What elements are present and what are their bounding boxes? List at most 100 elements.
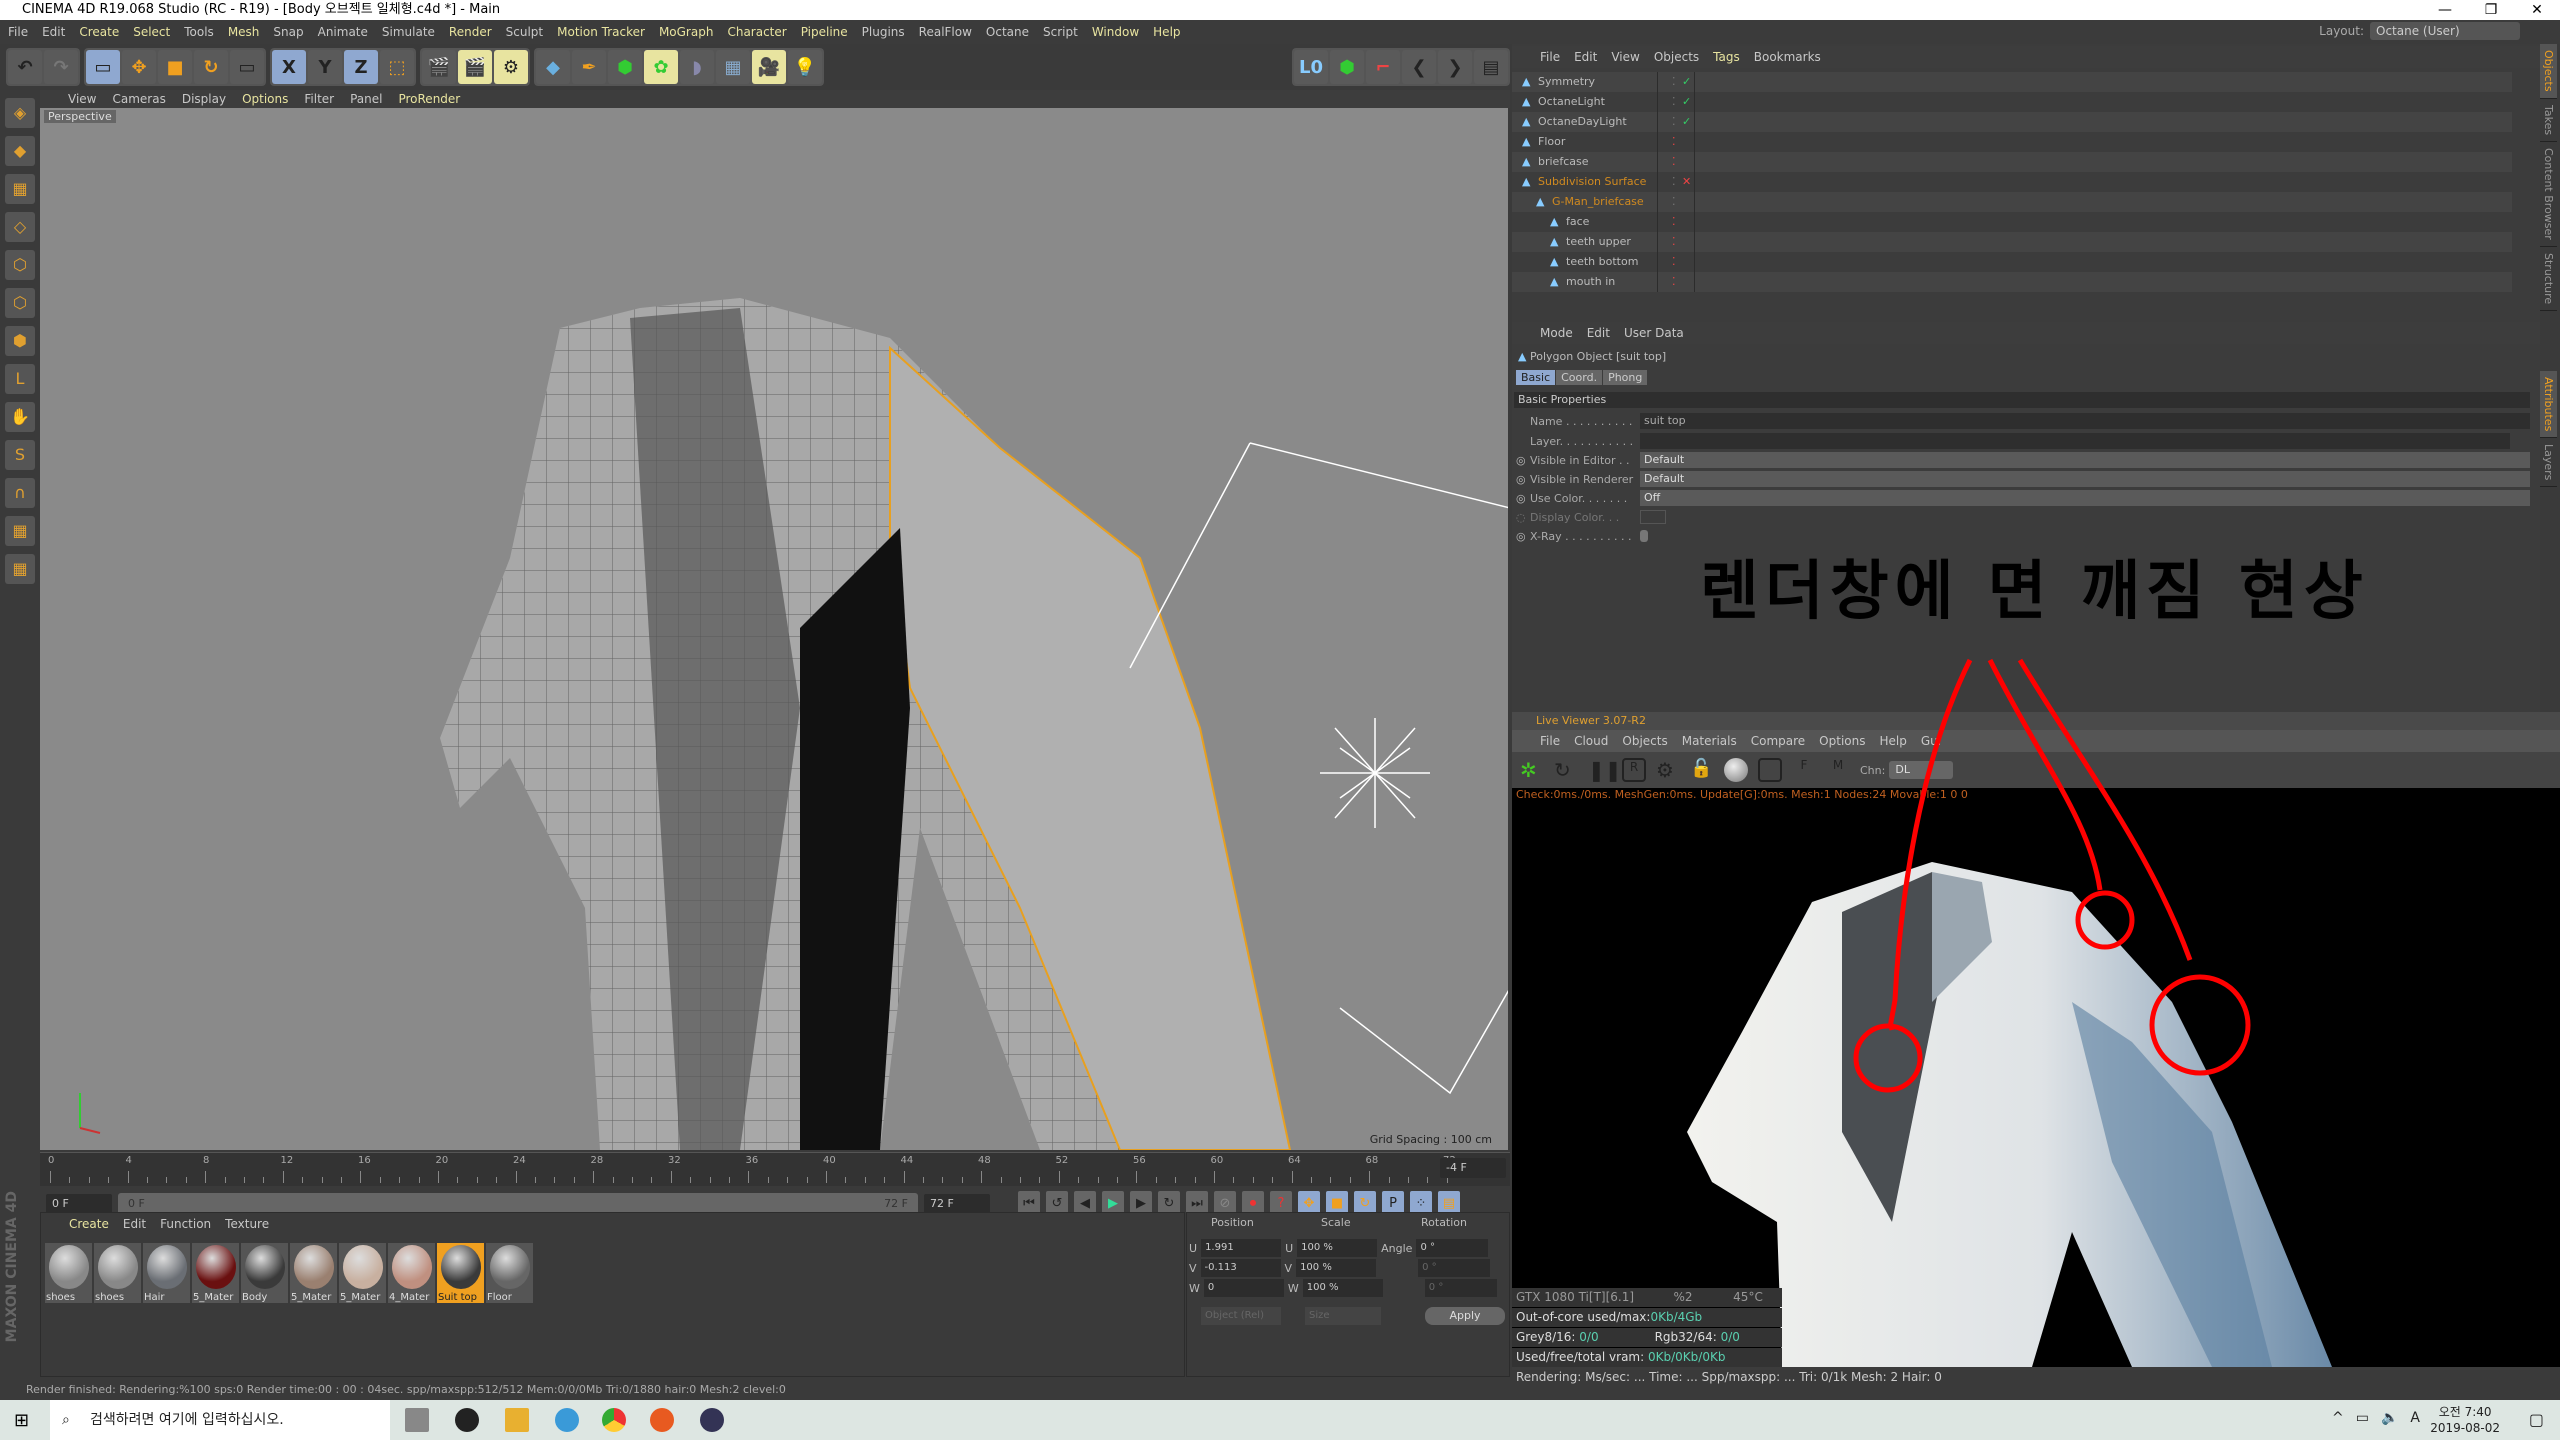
menu-realflow[interactable]: RealFlow (919, 25, 972, 39)
object-row[interactable]: ▲ teeth upper ⁚ (1512, 232, 2512, 252)
minimize-button[interactable]: — (2422, 0, 2468, 20)
object-visibility-dots[interactable]: ⁚ (1672, 112, 1676, 132)
object-name[interactable]: OctaneDayLight (1538, 112, 1627, 132)
menu-help[interactable]: Help (1153, 25, 1180, 39)
subdivision-icon[interactable]: ⬢ (608, 50, 642, 84)
menu-simulate[interactable]: Simulate (382, 25, 435, 39)
axis-mode-icon[interactable]: L (5, 364, 35, 394)
workplane-mode-icon[interactable]: ◇ (5, 212, 35, 242)
region-render-icon[interactable]: R (1622, 758, 1646, 782)
object-row[interactable]: ▲ G-Man_briefcase ⁚ (1512, 192, 2512, 212)
object-name[interactable]: teeth bottom (1566, 252, 1638, 272)
live-viewer-menu-help[interactable]: Help (1879, 734, 1906, 748)
cinema4d-icon[interactable] (700, 1408, 724, 1432)
visible-editor-dropdown[interactable]: Default (1640, 452, 2530, 468)
material-swatch[interactable]: shoes (45, 1243, 92, 1303)
move-tool-icon[interactable]: ✥ (122, 50, 156, 84)
scale-w-field[interactable]: 100 % (1302, 1279, 1383, 1297)
menu-select[interactable]: Select (133, 25, 170, 39)
side-tab-objects[interactable]: Objects (2540, 44, 2557, 99)
viewport-menu-cameras[interactable]: Cameras (112, 92, 165, 106)
viewport-camera-label[interactable]: Perspective (44, 110, 116, 123)
display-color-swatch[interactable] (1640, 510, 1666, 524)
object-name[interactable]: briefcase (1538, 152, 1589, 172)
menu-mograph[interactable]: MoGraph (659, 25, 714, 39)
channel-dropdown[interactable]: DL (1889, 761, 1954, 779)
objects-menu-edit[interactable]: Edit (1574, 50, 1597, 64)
clock[interactable]: 오전 7:40 2019-08-02 (2430, 1404, 2500, 1436)
name-field[interactable]: suit top (1640, 413, 2530, 429)
position-v-field[interactable]: -0.113 (1200, 1259, 1281, 1277)
timeline-ruler[interactable]: 04812162024283236404448525660646872 (40, 1152, 1510, 1186)
menu-octane[interactable]: Octane (986, 25, 1029, 39)
octane-render-view[interactable] (1512, 802, 2560, 1367)
workplane-icon[interactable]: ⌐ (1366, 50, 1400, 84)
object-row[interactable]: ▲ OctaneDayLight ⁚ ✓ (1512, 112, 2512, 132)
viewport-menu-options[interactable]: Options (242, 92, 288, 106)
rotation-h-field[interactable]: 0 ° (1416, 1239, 1489, 1257)
live-viewer-menu-gui[interactable]: Gui (1921, 734, 1941, 748)
object-visibility-dots[interactable]: ⁚ (1672, 232, 1676, 252)
menu-create[interactable]: Create (79, 25, 119, 39)
object-row[interactable]: ▲ mouth in ⁚ (1512, 272, 2512, 292)
object-name[interactable]: G-Man_briefcase (1552, 192, 1644, 212)
rotate-tool-icon[interactable]: ↻ (194, 50, 228, 84)
live-viewer-menu-options[interactable]: Options (1819, 734, 1865, 748)
menu-character[interactable]: Character (727, 25, 786, 39)
size-mode-dropdown[interactable]: Size (1305, 1307, 1381, 1325)
max-frame-field[interactable]: 72 F (924, 1194, 990, 1214)
object-visibility-dots[interactable]: ⁚ (1672, 132, 1676, 152)
object-visibility-dots[interactable]: ⁚ (1672, 72, 1676, 92)
live-viewer-menu-compare[interactable]: Compare (1751, 734, 1805, 748)
menu-window[interactable]: Window (1092, 25, 1139, 39)
attributes-menu-edit[interactable]: Edit (1587, 326, 1610, 340)
menu-sculpt[interactable]: Sculpt (506, 25, 543, 39)
render-picture-viewer-icon[interactable]: 🎬 (458, 50, 492, 84)
end-frame-field[interactable]: -4 F (1440, 1158, 1506, 1178)
ime-indicator[interactable]: A (2410, 1410, 2420, 1426)
objects-menu-view[interactable]: View (1611, 50, 1639, 64)
focus-pick-icon[interactable]: F (1792, 758, 1816, 782)
windows-start-icon[interactable]: ⊞ (14, 1410, 29, 1431)
3d-viewport[interactable]: Perspective Grid Spacing : 100 cm (40, 108, 1508, 1150)
material-menu-texture[interactable]: Texture (225, 1217, 269, 1235)
edges-mode-icon[interactable]: ⬡ (5, 288, 35, 318)
object-row[interactable]: ▲ teeth bottom ⁚ (1512, 252, 2512, 272)
coordinate-mode-dropdown[interactable]: Object (Rel) (1201, 1307, 1281, 1325)
scale-tool-icon[interactable]: ■ (158, 50, 192, 84)
y-axis-lock[interactable]: Y (308, 50, 342, 84)
object-visibility-dots[interactable]: ⁚ (1672, 172, 1676, 192)
forward-icon[interactable]: ❯ (1438, 50, 1472, 84)
volume-icon[interactable]: 🔈 (2381, 1410, 2398, 1426)
live-viewer-menu-objects[interactable]: Objects (1622, 734, 1667, 748)
menu-render[interactable]: Render (449, 25, 492, 39)
render-settings-icon[interactable]: ⚙ (494, 50, 528, 84)
material-swatch[interactable]: 5_Mater (192, 1243, 239, 1303)
security-icon[interactable] (455, 1408, 479, 1432)
lock-workplane-icon[interactable]: ▦ (5, 516, 35, 546)
clay-mode-icon[interactable] (1758, 758, 1782, 782)
position-w-field[interactable]: 0 (1203, 1279, 1284, 1297)
position-u-field[interactable]: 1.991 (1201, 1239, 1282, 1257)
viewport-menu-display[interactable]: Display (182, 92, 226, 106)
live-viewer-menu-materials[interactable]: Materials (1682, 734, 1737, 748)
object-name[interactable]: Symmetry (1538, 72, 1595, 92)
undo-icon[interactable]: ↶ (8, 50, 42, 84)
tab-phong[interactable]: Phong (1603, 370, 1648, 385)
live-viewer-menu-cloud[interactable]: Cloud (1574, 734, 1608, 748)
firefox-icon[interactable] (650, 1408, 674, 1432)
apply-button[interactable]: Apply (1425, 1307, 1505, 1325)
restore-button[interactable]: ❐ (2468, 0, 2514, 20)
close-button[interactable]: ✕ (2514, 0, 2560, 20)
menu-edit[interactable]: Edit (42, 25, 65, 39)
pen-icon[interactable]: ✒ (572, 50, 606, 84)
attributes-menu-user-data[interactable]: User Data (1624, 326, 1684, 340)
texture-mode-icon[interactable]: ▦ (5, 174, 35, 204)
object-row[interactable]: ▲ briefcase ⁚ (1512, 152, 2512, 172)
enabled-check-icon[interactable]: ✓ (1682, 112, 1691, 132)
disabled-x-icon[interactable]: ✕ (1682, 172, 1691, 192)
settings-gear-icon[interactable]: ⚙ (1656, 758, 1680, 782)
object-mode-icon[interactable]: ◆ (5, 136, 35, 166)
material-swatch[interactable]: Hair (143, 1243, 190, 1303)
back-icon[interactable]: ❮ (1402, 50, 1436, 84)
